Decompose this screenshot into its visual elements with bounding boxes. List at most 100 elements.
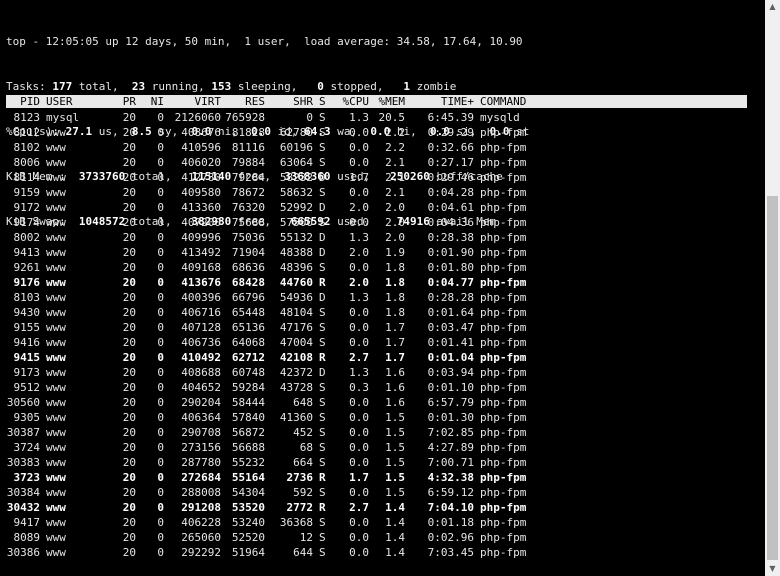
cell-state: S: [319, 546, 326, 559]
cell-virt: 412780: [181, 171, 221, 184]
cell-user: www: [46, 366, 66, 379]
cell-pid: 8089: [13, 531, 41, 544]
cell-pid: 8123: [13, 111, 41, 124]
process-table: 8123 mysql 20 0 2126060 765928 0 S 1.3 20.5 6:45.3…: [6, 110, 747, 560]
table-row: 8112 www 20 0 408676 81828 62780 S 0.0 2.2 0:29.29…: [6, 125, 747, 140]
table-row: 8006 www 20 0 406020 79884 63064 S 0.0 2.1 0:27.17…: [6, 155, 747, 170]
cell-virt: 407128: [181, 321, 221, 334]
cell-time: 0:01.30: [427, 411, 474, 424]
cell-virt: 400396: [181, 291, 221, 304]
cell-user: www: [46, 171, 66, 184]
cell-pid: 30432: [6, 501, 40, 514]
tasks-stopped: 0: [317, 80, 324, 93]
cell-nice: 0: [157, 111, 164, 124]
cell-nice: 0: [157, 531, 164, 544]
cell-cpu: 0.0: [349, 306, 369, 319]
cell-command: php-fpm: [480, 126, 527, 139]
cell-pid: 9173: [13, 366, 41, 379]
cell-cpu: 0.0: [349, 141, 369, 154]
cell-user: www: [46, 276, 66, 289]
cell-time: 0:01.80: [427, 261, 474, 274]
cell-mem: 1.8: [385, 276, 405, 289]
cell-user: www: [46, 516, 66, 529]
cell-pid: 9413: [13, 246, 41, 259]
cell-time: 0:01.90: [427, 246, 474, 259]
cell-state: S: [319, 111, 326, 124]
cell-priority: 20: [122, 216, 136, 229]
cell-cpu: 1.3: [349, 111, 369, 124]
cell-pid: 9261: [13, 261, 41, 274]
cell-virt: 292292: [181, 546, 221, 559]
cell-cpu: 2.0: [349, 276, 369, 289]
cell-nice: 0: [157, 321, 164, 334]
cell-time: 7:00.71: [427, 456, 474, 469]
cell-time: 0:01.18: [427, 516, 474, 529]
cell-virt: 273156: [181, 441, 221, 454]
cell-user: www: [46, 411, 66, 424]
cell-res: 54304: [231, 486, 265, 499]
cell-state: S: [319, 441, 326, 454]
cell-pid: 9430: [13, 306, 41, 319]
cell-nice: 0: [157, 441, 164, 454]
cell-priority: 20: [122, 291, 136, 304]
cell-shr: 43728: [279, 381, 313, 394]
cell-mem: 1.4: [385, 546, 405, 559]
cell-res: 65448: [231, 306, 265, 319]
cell-cpu: 2.7: [349, 501, 369, 514]
cell-user: www: [46, 321, 66, 334]
cell-priority: 20: [122, 261, 136, 274]
cell-command: php-fpm: [480, 456, 527, 469]
cell-res: 55164: [231, 471, 265, 484]
cell-res: 52520: [231, 531, 265, 544]
cell-priority: 20: [122, 351, 136, 364]
cell-virt: 290708: [181, 426, 221, 439]
scroll-down-arrow-icon[interactable]: ▼: [765, 562, 780, 576]
cell-res: 51964: [231, 546, 265, 559]
cell-pid: 9512: [13, 381, 41, 394]
terminal-window[interactable]: top - 12:05:05 up 12 days, 50 min, 1 use…: [0, 0, 765, 576]
table-row: 9172 www 20 0 413360 76320 52992 D 2.0 2.0 0:04.61…: [6, 200, 747, 215]
cell-mem: 1.5: [385, 426, 405, 439]
cell-priority: 20: [122, 366, 136, 379]
column-header-cpu: %CPU: [342, 95, 370, 108]
cell-command: php-fpm: [480, 471, 527, 484]
cell-user: www: [46, 216, 66, 229]
cell-res: 68428: [231, 276, 265, 289]
vertical-scrollbar[interactable]: ▲ ▼: [765, 0, 780, 576]
cell-shr: 42372: [279, 366, 313, 379]
cell-priority: 20: [122, 171, 136, 184]
cell-pid: 8006: [13, 156, 41, 169]
cell-time: 4:32.38: [427, 471, 474, 484]
tasks-total-label: total,: [72, 80, 132, 93]
cell-pid: 9417: [13, 516, 41, 529]
table-row: 3724 www 20 0 273156 56688 68 S 0.0 1.5 4:27.89 php…: [6, 440, 747, 455]
cell-pid: 8103: [13, 291, 41, 304]
scroll-up-arrow-icon[interactable]: ▲: [765, 0, 780, 14]
cell-cpu: 0.0: [349, 156, 369, 169]
cell-res: 76320: [231, 201, 265, 214]
cell-priority: 20: [122, 546, 136, 559]
cell-user: www: [46, 156, 66, 169]
cell-shr: 60196: [279, 141, 313, 154]
cell-mem: 2.2: [385, 141, 405, 154]
cell-virt: 272684: [181, 471, 221, 484]
cell-res: 66796: [231, 291, 265, 304]
cell-user: www: [46, 426, 66, 439]
cell-priority: 20: [122, 141, 136, 154]
table-row: 9305 www 20 0 406364 57840 41360 S 0.0 1.5 0:01.30…: [6, 410, 747, 425]
cell-command: php-fpm: [480, 276, 527, 289]
cell-mem: 1.7: [385, 321, 405, 334]
cell-time: 7:03.45: [427, 546, 474, 559]
cell-virt: 404652: [181, 381, 221, 394]
cell-cpu: 0.0: [349, 486, 369, 499]
cell-priority: 20: [122, 471, 136, 484]
scrollbar-thumb[interactable]: [767, 196, 778, 560]
cell-command: php-fpm: [480, 336, 527, 349]
cell-time: 0:01.41: [427, 336, 474, 349]
table-row: 8123 mysql 20 0 2126060 765928 0 S 1.3 20.5 6:45.3…: [6, 110, 747, 125]
cell-shr: 664: [293, 456, 313, 469]
cell-pid: 3724: [13, 441, 41, 454]
table-row: 3723 www 20 0 272684 55164 2736 R 1.7 1.5 4:32.38 p…: [6, 470, 747, 485]
cell-mem: 1.4: [385, 501, 405, 514]
cell-res: 56688: [231, 441, 265, 454]
